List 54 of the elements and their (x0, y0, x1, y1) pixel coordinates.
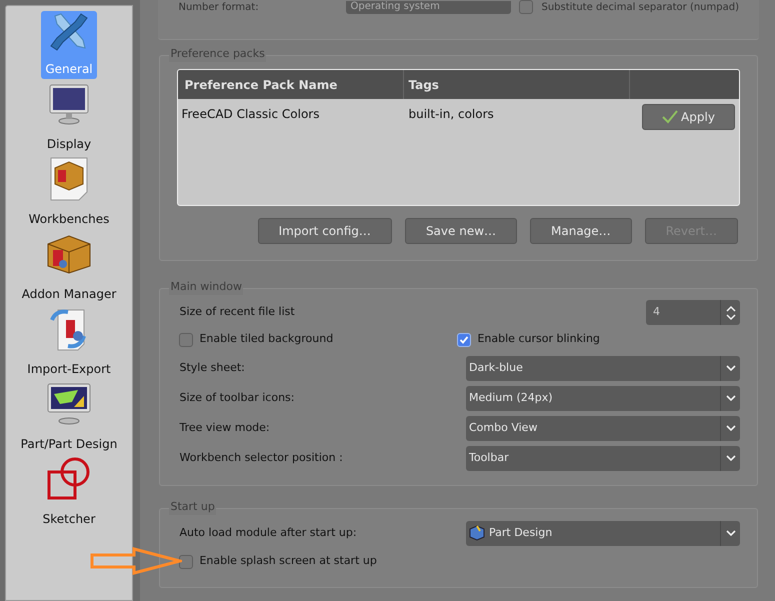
apply-button[interactable]: Apply (642, 104, 735, 130)
arrow-icon (90, 547, 182, 575)
monitor-part-icon (46, 382, 92, 426)
chevron-down-icon (726, 425, 736, 431)
checkbox[interactable] (179, 332, 194, 346)
checkbox[interactable] (519, 0, 534, 14)
field-label: Number format: (178, 0, 260, 14)
up-down-arrows-icon (726, 304, 736, 320)
action-button[interactable]: Import config… (258, 218, 392, 244)
sidebar-item[interactable]: Display (7, 81, 131, 156)
square-circle-icon (46, 456, 92, 502)
table-cell-text: FreeCAD Classic Colors (180, 106, 320, 123)
column-header: Preference Pack Name (178, 70, 404, 99)
chevron-down-icon (726, 530, 736, 536)
checkbox[interactable] (179, 554, 194, 568)
field-label: Workbench selector position : (179, 450, 343, 466)
dropdown[interactable]: Toolbar (466, 446, 740, 470)
sidebar-item[interactable]: Sketcher (7, 456, 131, 531)
group-title: Preference packs (169, 46, 266, 62)
checkbox-label: Enable splash screen at start up (199, 553, 377, 570)
monitor-icon (46, 82, 91, 126)
action-button[interactable]: Manage… (530, 218, 632, 244)
sidebar-item[interactable]: Import-Export (7, 306, 131, 381)
number-spinner[interactable]: 4 (646, 300, 740, 325)
sidebar-item[interactable]: Workbenches (7, 156, 131, 231)
column-header: Tags (404, 70, 630, 99)
sidebar-item[interactable]: Part/Part Design (7, 381, 131, 456)
box-icon (46, 234, 92, 274)
field-label: Size of recent file list (179, 304, 295, 320)
dropdown[interactable]: Dark-blue (466, 356, 740, 380)
sidebar-item[interactable]: Addon Manager (7, 231, 131, 306)
field-label: Size of toolbar icons: (179, 390, 294, 406)
field-label: Style sheet: (179, 360, 245, 376)
checkbox-label: Enable tiled background (199, 331, 334, 348)
field-label: Auto load module after start up: (179, 524, 357, 541)
group-title: Main window (169, 279, 243, 295)
checkbox-label: Substitute decimal separator (numpad) (541, 0, 739, 14)
table-cell-text: built-in, colors (407, 106, 495, 123)
group-title: Start up (169, 499, 216, 515)
box-document-icon (49, 156, 89, 202)
dropdown[interactable]: Operating system (346, 0, 512, 14)
checkbox[interactable] (457, 332, 472, 346)
action-button[interactable]: Save new… (404, 218, 518, 244)
dropdown[interactable]: Combo View (466, 416, 740, 440)
dropdown[interactable]: Medium (24px) (466, 386, 740, 410)
chevron-down-icon (726, 365, 736, 371)
chevron-down-icon (726, 395, 736, 401)
field-label: Tree view mode: (179, 420, 270, 436)
cube-icon (468, 525, 486, 541)
dropdown[interactable]: Part Design (466, 520, 740, 546)
checkmark-icon (662, 110, 678, 124)
chevron-down-icon (726, 455, 736, 461)
checkbox-label: Enable cursor blinking (477, 331, 600, 348)
sidebar-item[interactable]: General (7, 6, 131, 81)
